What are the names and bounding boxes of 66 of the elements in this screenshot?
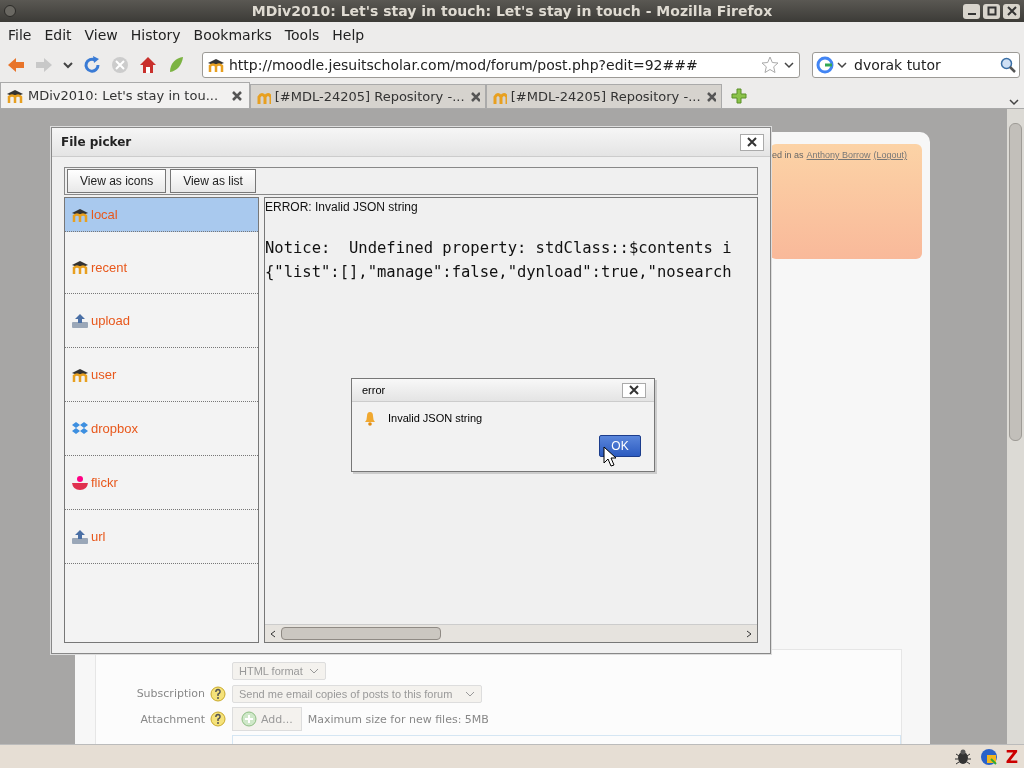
bowl-icon	[71, 474, 89, 491]
site-icon	[207, 57, 225, 73]
view-button[interactable]: View as icons	[67, 169, 167, 193]
field-label: Attachment	[140, 712, 205, 726]
dialog-title: File picker	[61, 135, 132, 149]
close-icon[interactable]	[468, 89, 480, 104]
caret-icon	[308, 667, 319, 676]
menu-item[interactable]: Bookmarks	[187, 25, 279, 45]
max-size-note: Maximum size for new files: 5MB	[307, 712, 489, 726]
addon-mark[interactable]: Z	[1005, 746, 1018, 767]
bell-icon	[362, 410, 378, 426]
dropdown-caret-icon[interactable]	[1008, 96, 1020, 108]
browser-tab[interactable]: MDiv2010: Let's stay in tou...	[0, 82, 250, 108]
star-icon[interactable]	[761, 56, 779, 74]
back-arrow-icon[interactable]	[6, 55, 26, 75]
help-icon[interactable]	[210, 685, 226, 702]
close-icon	[629, 385, 639, 395]
search-icon[interactable]	[1000, 57, 1016, 73]
output-line: {"list":[],"manage":false,"dynload":true,"nosearch	[265, 262, 733, 283]
dropbox-icon	[71, 420, 89, 437]
login-text: ed in as	[772, 150, 804, 160]
m-logo-icon	[71, 259, 89, 275]
bug-icon[interactable]	[953, 747, 972, 766]
scrollbar[interactable]	[1007, 109, 1024, 744]
menu-item[interactable]: View	[78, 25, 125, 45]
browser-tab[interactable]: [#MDL-24205] Repository -...	[486, 84, 722, 108]
upload-icon	[71, 312, 89, 329]
site-icon	[6, 87, 24, 104]
menu-item[interactable]: History	[124, 25, 188, 45]
window-title: MDiv2010: Let's stay in touch: Let's stay in touch - Mozilla Firefox	[250, 3, 774, 19]
horizontal-scrollbar[interactable]	[265, 624, 757, 642]
m-logo-icon	[71, 206, 89, 223]
error-text: ERROR: Invalid JSON string	[265, 200, 419, 214]
menu-item[interactable]: Help	[326, 25, 372, 45]
error-message: Invalid JSON string	[388, 412, 483, 424]
menu-item[interactable]: Edit	[38, 25, 79, 45]
upload-icon	[71, 528, 89, 545]
m-logo-icon	[71, 366, 89, 383]
home-icon[interactable]	[138, 55, 158, 75]
output-line: Notice: Undefined property: stdClass::$contents i	[265, 238, 733, 259]
new-tab-icon[interactable]	[730, 87, 748, 105]
close-icon[interactable]	[704, 89, 716, 104]
globe-icon[interactable]	[979, 747, 998, 766]
caret-icon	[465, 689, 475, 698]
search-engine-icon[interactable]	[816, 56, 850, 74]
menu-item[interactable]: File	[2, 25, 39, 45]
field-label: Subscription	[136, 687, 205, 701]
browser-tab[interactable]: [#MDL-24205] Repository -...	[250, 84, 486, 108]
address-bar[interactable]: http://moodle.jesuitscholar.com/mod/forum/post.php?edit=92###	[202, 52, 800, 78]
window-button-icon[interactable]	[4, 4, 16, 17]
reload-icon[interactable]	[82, 55, 102, 75]
dropdown-caret-icon[interactable]	[783, 59, 795, 71]
close-icon[interactable]	[1003, 3, 1020, 19]
menu-item[interactable]: Tools	[278, 25, 327, 45]
close-icon[interactable]	[230, 88, 244, 103]
close-icon	[747, 137, 757, 147]
minimize-icon[interactable]	[963, 3, 980, 19]
search-field[interactable]: dvorak tutor	[812, 52, 1020, 78]
maximize-icon[interactable]	[983, 3, 1000, 19]
close-button[interactable]	[622, 382, 646, 398]
plus-icon	[241, 711, 257, 728]
dialog-title: error	[362, 384, 386, 396]
view-button[interactable]: View as list	[170, 169, 256, 193]
close-button[interactable]	[740, 133, 764, 151]
ok-button[interactable]: OK	[599, 434, 641, 457]
help-icon[interactable]	[210, 711, 226, 728]
